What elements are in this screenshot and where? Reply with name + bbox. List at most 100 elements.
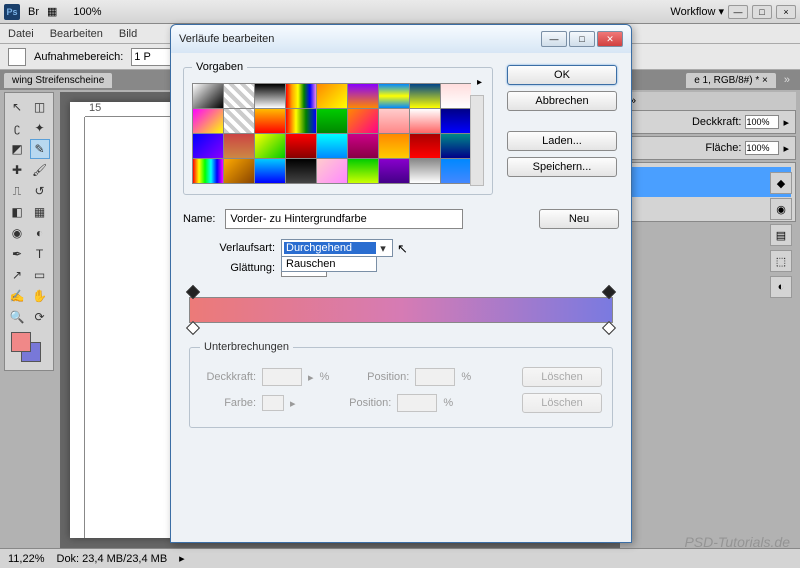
- save-button[interactable]: Speichern...: [507, 157, 617, 177]
- fill-input[interactable]: [745, 141, 779, 155]
- presets-menu-icon[interactable]: ▸: [477, 77, 482, 88]
- opacity-input[interactable]: [745, 115, 779, 129]
- gradient-preset-25[interactable]: [410, 134, 440, 158]
- gradient-preset-0[interactable]: [193, 84, 223, 108]
- gradient-preset-6[interactable]: [379, 84, 409, 108]
- gradient-preset-7[interactable]: [410, 84, 440, 108]
- shape-tool[interactable]: ▭: [30, 265, 50, 285]
- gradient-preset-27[interactable]: [193, 159, 223, 183]
- eyedropper-preview-swatch[interactable]: [8, 48, 26, 66]
- dialog-close-button[interactable]: ✕: [597, 31, 623, 47]
- channels-icon[interactable]: ◉: [770, 198, 792, 220]
- restore-button[interactable]: □: [752, 5, 772, 19]
- gradient-preset-31[interactable]: [317, 159, 347, 183]
- gradient-preset-18[interactable]: [193, 134, 223, 158]
- panel-tab-bar[interactable]: »: [626, 92, 796, 110]
- foreground-color-swatch[interactable]: [11, 332, 31, 352]
- eyedropper-tool[interactable]: ✎: [30, 139, 50, 159]
- gradient-preset-23[interactable]: [348, 134, 378, 158]
- gradient-preset-24[interactable]: [379, 134, 409, 158]
- gradient-preset-34[interactable]: [410, 159, 440, 183]
- gradient-preview-bar[interactable]: [189, 297, 613, 323]
- gradient-preset-3[interactable]: [286, 84, 316, 108]
- crop-tool[interactable]: ◩: [7, 139, 27, 159]
- paths-icon[interactable]: ▤: [770, 224, 792, 246]
- path-tool[interactable]: ↗: [7, 265, 27, 285]
- gradient-preset-15[interactable]: [379, 109, 409, 133]
- gradient-preset-10[interactable]: [224, 109, 254, 133]
- gradient-preset-28[interactable]: [224, 159, 254, 183]
- gradient-bar-editor[interactable]: [189, 297, 613, 323]
- grid-icon[interactable]: ▦: [47, 5, 57, 18]
- move-tool[interactable]: ↖: [7, 97, 27, 117]
- wand-tool[interactable]: ✦: [30, 118, 50, 138]
- gradient-tool[interactable]: ▦: [30, 202, 50, 222]
- status-doc[interactable]: Dok: 23,4 MB/23,4 MB: [57, 553, 168, 565]
- menu-file[interactable]: Datei: [8, 28, 34, 40]
- br-icon[interactable]: Br: [28, 6, 39, 18]
- brush-tool[interactable]: 🖌: [30, 160, 50, 180]
- gradient-preset-14[interactable]: [348, 109, 378, 133]
- opacity-stop-left[interactable]: [186, 285, 200, 299]
- gradient-preset-32[interactable]: [348, 159, 378, 183]
- zoom-tool[interactable]: 🔍: [7, 307, 27, 327]
- gradient-preset-33[interactable]: [379, 159, 409, 183]
- lasso-tool[interactable]: ʗ: [7, 118, 27, 138]
- gradient-preset-16[interactable]: [410, 109, 440, 133]
- gradient-preset-30[interactable]: [286, 159, 316, 183]
- hand-tool[interactable]: ✋: [30, 286, 50, 306]
- gradient-preset-9[interactable]: [193, 109, 223, 133]
- gradient-preset-2[interactable]: [255, 84, 285, 108]
- app-close-button[interactable]: ×: [776, 5, 796, 19]
- type-tool[interactable]: T: [30, 244, 50, 264]
- notes-tool[interactable]: ✍: [7, 286, 27, 306]
- gradient-name-input[interactable]: [225, 209, 463, 229]
- gradient-preset-1[interactable]: [224, 84, 254, 108]
- gradient-preset-8[interactable]: [441, 84, 471, 108]
- gradient-preset-19[interactable]: [224, 134, 254, 158]
- gradient-preset-4[interactable]: [317, 84, 347, 108]
- menu-image[interactable]: Bild: [119, 28, 137, 40]
- opacity-stop-right[interactable]: [602, 285, 616, 299]
- blur-tool[interactable]: ◉: [7, 223, 27, 243]
- dialog-title-bar[interactable]: Verläufe bearbeiten — □ ✕: [171, 25, 631, 53]
- gradient-preset-5[interactable]: [348, 84, 378, 108]
- gradient-preset-35[interactable]: [441, 159, 471, 183]
- document-tab-1[interactable]: wing Streifenscheine: [4, 73, 112, 88]
- gradient-preset-12[interactable]: [286, 109, 316, 133]
- tab-overflow-icon[interactable]: »: [778, 74, 796, 86]
- gradient-preset-20[interactable]: [255, 134, 285, 158]
- gradient-preset-22[interactable]: [317, 134, 347, 158]
- marquee-tool[interactable]: ◫: [30, 97, 50, 117]
- layer-thumbnail[interactable]: [631, 167, 791, 197]
- minimize-button[interactable]: —: [728, 5, 748, 19]
- gradient-preset-11[interactable]: [255, 109, 285, 133]
- sample-size-input[interactable]: [131, 48, 171, 66]
- zoom-level[interactable]: 100%: [73, 6, 101, 18]
- new-button[interactable]: Neu: [539, 209, 619, 229]
- status-zoom[interactable]: 11,22%: [8, 553, 45, 565]
- color-stop-right[interactable]: [602, 321, 616, 335]
- actions-icon[interactable]: ◐: [770, 276, 792, 298]
- document-tab-2[interactable]: e 1, RGB/8#) * ×: [686, 73, 776, 88]
- menu-edit[interactable]: Bearbeiten: [50, 28, 103, 40]
- heal-tool[interactable]: ✚: [7, 160, 27, 180]
- dodge-tool[interactable]: ◐: [30, 223, 50, 243]
- workflow-menu[interactable]: Workflow ▾: [670, 5, 724, 18]
- stamp-tool[interactable]: ⎍: [7, 181, 27, 201]
- gradient-type-combo[interactable]: Durchgehend ▾ Rauschen: [281, 239, 393, 257]
- gradient-preset-13[interactable]: [317, 109, 347, 133]
- gradient-preset-17[interactable]: [441, 109, 471, 133]
- ok-button[interactable]: OK: [507, 65, 617, 85]
- gradient-preset-21[interactable]: [286, 134, 316, 158]
- load-button[interactable]: Laden...: [507, 131, 617, 151]
- dialog-maximize-button[interactable]: □: [569, 31, 595, 47]
- gradient-preset-29[interactable]: [255, 159, 285, 183]
- gradient-preset-26[interactable]: [441, 134, 471, 158]
- gradient-type-option-noise[interactable]: Rauschen: [282, 257, 376, 271]
- history-brush-tool[interactable]: ↺: [30, 181, 50, 201]
- history-icon[interactable]: ⬚: [770, 250, 792, 272]
- dialog-minimize-button[interactable]: —: [541, 31, 567, 47]
- presets-scrollbar[interactable]: [470, 95, 484, 186]
- cancel-button[interactable]: Abbrechen: [507, 91, 617, 111]
